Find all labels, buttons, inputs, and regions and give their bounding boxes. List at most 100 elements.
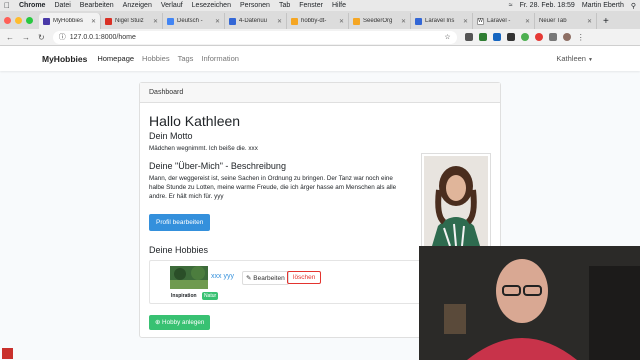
wikipedia-favicon-icon: W — [477, 17, 484, 25]
tab-seeder[interactable]: SeederOrg ✕ — [349, 13, 411, 29]
webcam-overlay — [419, 246, 640, 360]
extension-icon[interactable] — [464, 33, 473, 41]
tab-title: Laravel Ins — [425, 18, 455, 24]
macos-menubar:  Chrome Datei Bearbeiten Anzeigen Verla… — [0, 0, 640, 11]
tab-laravel-wiki[interactable]: W Laravel - ✕ — [473, 13, 535, 29]
plus-circle-icon: ⊕ — [155, 319, 161, 326]
close-tab-icon[interactable]: ✕ — [277, 18, 282, 25]
webcam-video — [419, 246, 640, 360]
tab-title: Laravel - — [487, 18, 511, 24]
close-tab-icon[interactable]: ✕ — [525, 18, 530, 25]
drive-favicon-icon — [167, 17, 174, 25]
db-favicon-icon — [291, 17, 298, 25]
tab-title: Deutsch - — [177, 18, 203, 24]
nav-information[interactable]: Information — [201, 54, 239, 63]
new-tab-icon[interactable]: + — [603, 13, 609, 29]
menu-tab[interactable]: Tab — [279, 2, 290, 9]
address-bar[interactable]: ⓘ 127.0.0.1:8000/home ☆ — [52, 30, 457, 44]
profile-photo — [421, 153, 491, 249]
minimize-window-icon[interactable] — [15, 16, 22, 24]
tab-hobby-dt[interactable]: hobby-dt- ✕ — [287, 13, 349, 29]
tab-laravel-ins[interactable]: Laravel Ins ✕ — [411, 13, 473, 29]
menu-hilfe[interactable]: Hilfe — [332, 2, 346, 9]
wifi-icon[interactable]: ≈ — [509, 2, 513, 9]
extensions-area: ⋮ — [464, 33, 585, 42]
close-window-icon[interactable] — [4, 16, 11, 24]
hobby-edit-button[interactable]: ✎ Bearbeiten — [242, 271, 289, 285]
tab-myhobbies[interactable]: MyHobbies ✕ — [39, 13, 101, 29]
add-hobby-label: Hobby anlegen — [162, 319, 205, 326]
menu-dots-icon[interactable]: ⋮ — [577, 33, 585, 42]
hobby-edit-label: Bearbeiten — [253, 275, 285, 282]
extension-icon[interactable] — [534, 33, 543, 41]
edit-profile-button[interactable]: Profil bearbeiten — [149, 214, 211, 231]
apple-icon[interactable]:  — [4, 1, 10, 10]
close-tab-icon[interactable]: ✕ — [587, 18, 592, 25]
menu-datei[interactable]: Datei — [54, 2, 70, 9]
menu-personen[interactable]: Personen — [240, 2, 270, 9]
close-tab-icon[interactable]: ✕ — [91, 18, 96, 25]
tab-title: Neuer Tab — [539, 18, 567, 24]
about-text: Mann, der weggereist ist, seine Sachen i… — [149, 175, 397, 200]
db-favicon-icon — [353, 17, 360, 25]
menu-verlauf[interactable]: Verlauf — [161, 2, 183, 9]
menu-anzeigen[interactable]: Anzeigen — [123, 2, 152, 9]
forward-icon[interactable]: → — [22, 33, 30, 42]
nav-homepage[interactable]: Homepage — [97, 54, 134, 63]
browser-toolbar: ← → ↻ ⓘ 127.0.0.1:8000/home ☆ ⋮ — [0, 29, 640, 46]
menu-lesezeichen[interactable]: Lesezeichen — [192, 2, 231, 9]
doc-favicon-icon — [229, 17, 236, 25]
zoom-window-icon[interactable] — [26, 16, 33, 24]
browser-tab-strip: MyHobbies ✕ Nigel Stuiz ✕ Deutsch - ✕ 4-… — [0, 11, 640, 29]
menubar-datetime[interactable]: Fr. 28. Feb. 18:59 — [520, 2, 575, 9]
address-url[interactable]: 127.0.0.1:8000/home — [70, 34, 441, 41]
user-dropdown[interactable]: Kathleen ▼ — [556, 54, 593, 63]
tab-datenuu[interactable]: 4-Datenuu ✕ — [225, 13, 287, 29]
close-tab-icon[interactable]: ✕ — [463, 18, 468, 25]
back-icon[interactable]: ← — [6, 33, 14, 42]
window-controls — [4, 11, 33, 29]
menubar-user[interactable]: Martin Eberth — [582, 2, 624, 9]
menu-fenster[interactable]: Fenster — [299, 2, 323, 9]
user-name: Kathleen — [556, 54, 586, 63]
add-hobby-button[interactable]: ⊕ Hobby anlegen — [149, 315, 211, 330]
nav-tags[interactable]: Tags — [178, 54, 194, 63]
brand-link[interactable]: MyHobbies — [42, 54, 87, 64]
tab-title: 4-Datenuu — [239, 18, 268, 24]
extension-icon[interactable] — [506, 33, 515, 41]
search-icon[interactable]: ⚲ — [631, 2, 636, 10]
extension-icon[interactable] — [520, 33, 529, 41]
motto-text: Mädchen wegnimmt. Ich beiße die. xxx — [149, 145, 258, 152]
tab-new[interactable]: Neuer Tab ✕ — [535, 13, 597, 29]
doc-favicon-icon — [415, 17, 422, 25]
nav-hobbies[interactable]: Hobbies — [142, 54, 170, 63]
close-tab-icon[interactable]: ✕ — [339, 18, 344, 25]
hobby-name-link[interactable]: xxx yyy — [211, 273, 234, 280]
close-tab-icon[interactable]: ✕ — [153, 18, 158, 25]
favicon-icon — [43, 17, 50, 25]
dock-app-icon[interactable] — [2, 348, 13, 359]
menu-chrome[interactable]: Chrome — [19, 2, 45, 9]
tab-nigel[interactable]: Nigel Stuiz ✕ — [101, 13, 163, 29]
app-navbar: MyHobbies Homepage Hobbies Tags Informat… — [0, 46, 640, 71]
hobby-thumbnail[interactable] — [170, 266, 208, 289]
tab-title: Nigel Stuiz — [115, 18, 144, 24]
card-header: Dashboard — [140, 83, 500, 103]
menu-bearbeiten[interactable]: Bearbeiten — [80, 2, 114, 9]
close-tab-icon[interactable]: ✕ — [401, 18, 406, 25]
extension-icon[interactable] — [478, 33, 487, 41]
profile-avatar[interactable] — [562, 33, 571, 41]
tab-deutsch[interactable]: Deutsch - ✕ — [163, 13, 225, 29]
tab-title: hobby-dt- — [301, 18, 327, 24]
motto-heading: Dein Motto — [149, 131, 193, 141]
close-tab-icon[interactable]: ✕ — [215, 18, 220, 25]
pencil-icon: ✎ — [246, 275, 252, 282]
bookmark-star-icon[interactable]: ☆ — [444, 33, 450, 41]
hobby-delete-button[interactable]: löschen — [287, 271, 322, 284]
hobby-tag-badge[interactable]: Natur — [202, 292, 219, 300]
info-icon[interactable]: ⓘ — [59, 32, 66, 42]
greeting-heading: Hallo Kathleen — [149, 113, 241, 129]
reload-icon[interactable]: ↻ — [38, 33, 45, 42]
extension-icon[interactable] — [492, 33, 501, 41]
extension-icon[interactable] — [548, 33, 557, 41]
